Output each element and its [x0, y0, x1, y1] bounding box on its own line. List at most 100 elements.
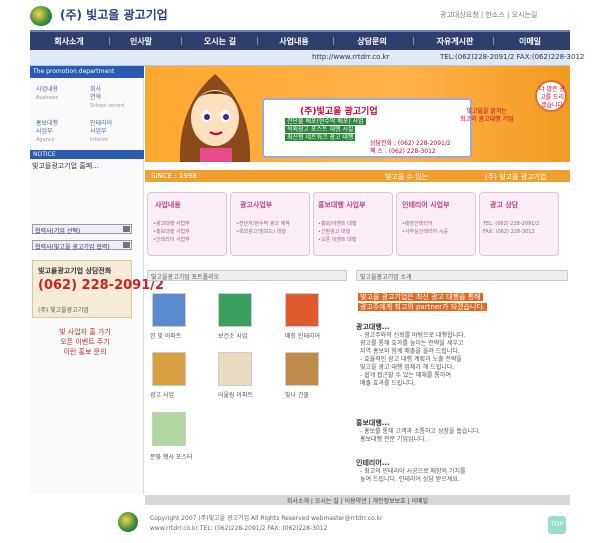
- since-mid: 빛고을 수 있는: [385, 173, 429, 181]
- promo-department-header: The promotion department: [30, 66, 144, 78]
- nav-directions[interactable]: 오시는 길: [190, 36, 250, 47]
- banner-line: 전단물 배포(현수막 배포) 사업: [285, 118, 366, 125]
- service-line: •홍보대행 사업부: [153, 229, 190, 235]
- left-menu-agency[interactable]: 홍보대행 사업부 Agency: [36, 120, 58, 144]
- banner-right-line: 빛고을을 밝히는: [466, 108, 508, 115]
- service-line: •옥외광고(빌보드) 대행: [236, 229, 286, 235]
- portfolio-thumb[interactable]: [218, 352, 252, 386]
- portfolio-thumb[interactable]: [152, 293, 186, 327]
- speech-bubble-text: 더 많은 광고를 드리겠습니다: [539, 86, 565, 109]
- banner-card-tel: 상담전화 : (062) 228-2091/2 팩 스 : (062) 228-…: [370, 140, 451, 156]
- portfolio-thumb[interactable]: [285, 293, 319, 327]
- nav-greeting[interactable]: 인사말: [118, 36, 164, 47]
- left-links: 빛 사업자 홈 가기 오픈 이벤트 주기 이런 홍보 문의: [50, 327, 120, 357]
- portfolio-caption[interactable]: 문화 행사 포스터: [150, 452, 192, 461]
- footer-logo-icon: [118, 512, 138, 532]
- service-line: •사무실인테리어 시공: [402, 229, 448, 235]
- footer-text: Copyright 2007 (주)빛고을 광고기업 All Rights Re…: [150, 514, 383, 534]
- partner-select-2[interactable]: 협력사(빛고을 광고기업 협력): [32, 240, 132, 251]
- portfolio-thumb[interactable]: [285, 352, 319, 386]
- top-utility-links[interactable]: 광고대상요청 | 한소스 | 오시는길: [440, 10, 537, 20]
- section-line: 광고를 통해 효과를 높이는 전략을 세우고: [360, 340, 464, 347]
- left-menu-history[interactable]: 회사 연혁 School record: [90, 86, 124, 110]
- left-menu-label: 인테리어 사업부: [90, 120, 113, 135]
- contact-tel: TEL:(062)228-2091/2 FAX:(062)228-3012: [440, 53, 585, 61]
- top-button[interactable]: TOP: [548, 516, 566, 534]
- nav-board[interactable]: 자유게시판: [422, 36, 488, 47]
- partner-select-1[interactable]: 협력사(기업 선택): [32, 224, 132, 235]
- banner-card-title: (주)빛고을 광고기업: [300, 107, 378, 117]
- service-line: •매장인테리어: [402, 221, 433, 227]
- portfolio-thumb[interactable]: [152, 352, 186, 386]
- section-title: 인테리어...: [356, 459, 390, 467]
- left-menu-en: Agency: [36, 137, 55, 143]
- nav-business[interactable]: 사업내용: [266, 36, 322, 47]
- portfolio-thumb[interactable]: [218, 293, 252, 327]
- section-line: 높여 드립니다. 인테리어 상담 받으세요.: [360, 476, 460, 483]
- left-menu-en: Interior: [90, 137, 109, 143]
- cartoon-girl-icon: [179, 74, 251, 162]
- service-box-lines: •광고대행 사업부 •홍보대행 사업부 •인테리어 사업부: [153, 220, 190, 244]
- portfolio-caption[interactable]: 어울림 아파트: [218, 390, 253, 399]
- banner-card-lines: 전단물 배포(현수막 배포) 사업 옥외광고 포스트 대행 시설 최신형 네트워…: [285, 118, 366, 142]
- portfolio-header[interactable]: 빛고을광고기업 포트폴리오: [147, 270, 347, 281]
- notice-item[interactable]: 빛고을광고기업 홈페...: [32, 161, 99, 171]
- service-line: •광고대행 사업부: [153, 221, 190, 227]
- chevron-down-icon: [123, 226, 130, 232]
- banner-line: 최신형 네트워크 광고 대행: [285, 134, 356, 141]
- intro-highlight: 빛고을 광고기업은 최신 광고 대행을 통해 광고주에게 최고의 partner…: [358, 292, 568, 312]
- select-label: 협력사(기업 선택): [35, 228, 81, 235]
- consult-company: (주) 빛고을광고기업: [38, 307, 89, 314]
- service-box-title: 홍보대행 사업부: [318, 201, 366, 209]
- left-link[interactable]: 오픈 이벤트 주기: [50, 337, 120, 347]
- intro-header[interactable]: 빛고을광고기업 소개: [356, 270, 568, 281]
- highlight-line: 빛고을 광고기업은 최신 광고 대행을 통해: [358, 293, 483, 301]
- highlight-line: 광고주에게 최고의 partner가 되겠습니다.: [358, 303, 488, 311]
- portfolio-caption[interactable]: 보건소 사업: [218, 331, 248, 340]
- service-line: •오픈 이벤트 대행: [318, 237, 357, 243]
- footer-contact: www.rrtdrr.co.kr TEL: (062)228-2091/2 FA…: [150, 525, 328, 532]
- consult-phone: (062) 228-2091/2: [38, 278, 165, 293]
- banner-tel-line: 상담전화 : (062) 228-2091/2: [370, 140, 451, 147]
- left-menu-business[interactable]: 사업내용 Business: [36, 86, 58, 102]
- section-line: 홍보대행 전문 기업입니다.: [360, 436, 427, 443]
- chevron-down-icon: [123, 242, 130, 248]
- service-box-lines: •매장인테리어 •사무실인테리어 시공: [402, 220, 448, 236]
- brand-title[interactable]: (주) 빛고을 광고기업: [60, 6, 168, 23]
- since-right: (주) 빛고을 광고기업: [485, 173, 547, 181]
- section-line: 빛고을 광고 대행 업체가 해 드립니다.: [360, 364, 455, 371]
- banner-right-line: 최고의 광고대행 기업: [460, 116, 514, 123]
- left-menu-interior[interactable]: 인테리어 사업부 Interior: [90, 120, 112, 144]
- nav-consult[interactable]: 상담문의: [342, 36, 402, 47]
- nav-email[interactable]: 이메일: [502, 36, 558, 47]
- section-body: - 홍보를 통해 고객과 소통하고 성장을 돕습니다. 홍보대행 전문 기업입니…: [360, 428, 480, 444]
- company-logo-icon[interactable]: [30, 6, 52, 26]
- site-url[interactable]: http://www.rrtdrr.co.kr: [312, 53, 389, 61]
- left-menu-en: Business: [36, 95, 59, 101]
- service-line: •간판광고 대행: [318, 229, 351, 235]
- service-box-title: 사업내용: [155, 201, 181, 209]
- portfolio-caption[interactable]: 광고 사업: [150, 390, 174, 399]
- section-title: 홍보대행...: [356, 419, 390, 427]
- left-menu-label: 사업내용: [36, 86, 59, 93]
- section-body: - 최고의 인테리어 시공으로 매장의 가치를 높여 드립니다. 인테리어 상담…: [360, 468, 466, 484]
- portfolio-caption[interactable]: 한 빛 아파트: [150, 331, 181, 340]
- nav-about[interactable]: 회사소개: [44, 36, 94, 47]
- service-line: •홍보/이벤트 대행: [318, 221, 357, 227]
- left-link[interactable]: 이런 홍보 문의: [50, 347, 120, 357]
- section-line: - 홍보를 통해 고객과 소통하고 성장을 돕습니다.: [360, 428, 481, 435]
- portfolio-thumb[interactable]: [152, 412, 186, 446]
- section-line: - 쉽게 접근할 수 있는 매체를 통하여: [360, 372, 451, 379]
- section-line: 지역 홍보와 함께 매출을 올려 드립니다.: [360, 348, 460, 355]
- left-menu-en: School record: [90, 103, 125, 109]
- footer-copyright: Copyright 2007 (주)빛고을 광고기업 All Rights Re…: [150, 515, 383, 522]
- portfolio-caption[interactable]: 빛나 건물: [285, 390, 309, 399]
- section-line: - 효율적인 광고 대행 계획과 노출 전략을: [360, 356, 462, 363]
- footer-links-bar[interactable]: 회사소개 | 오시는 길 | 이용약관 | 개인정보보호 | 이메일: [145, 495, 570, 505]
- service-line: FAX: (062) 228-3012: [483, 229, 535, 235]
- left-link[interactable]: 빛 사업자 홈 가기: [50, 327, 120, 337]
- banner-card-right: 빛고을을 밝히는 최고의 광고대행 기업: [460, 108, 514, 124]
- select-label: 협력사(빛고을 광고기업 협력): [35, 244, 110, 251]
- service-box-lines: •전단지/현수막 광고 제작 •옥외광고(빌보드) 대행: [236, 220, 290, 236]
- portfolio-caption[interactable]: 매장 인테리어: [285, 331, 320, 340]
